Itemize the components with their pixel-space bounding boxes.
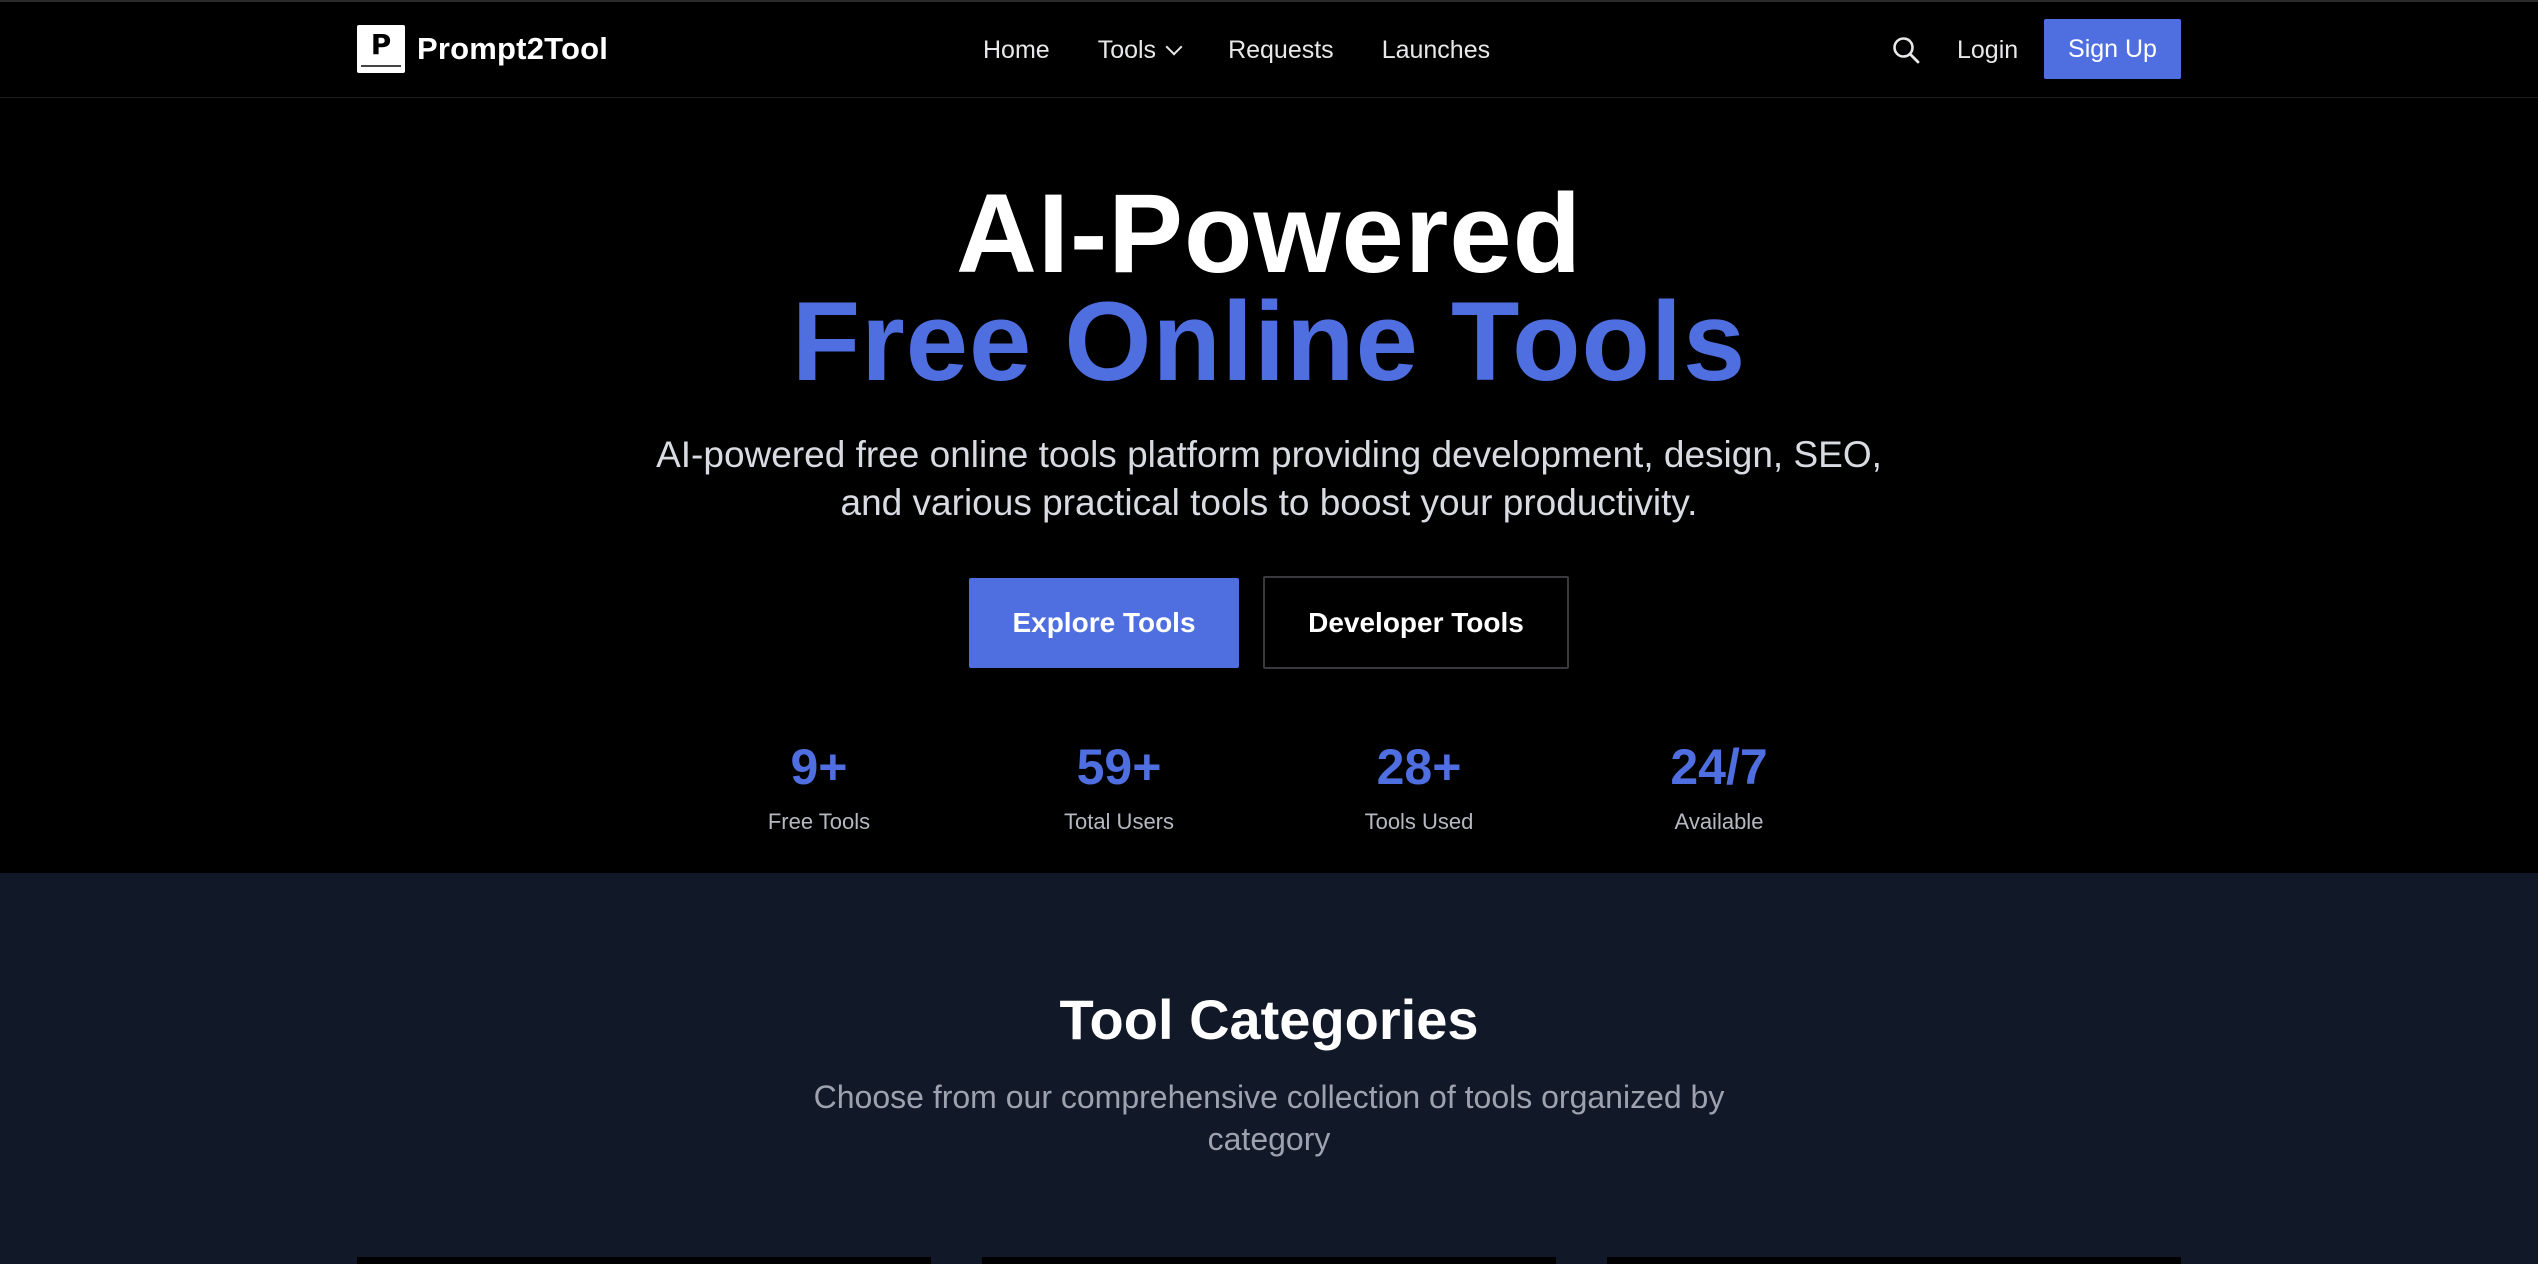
hero-subtitle-line1: AI-powered free online tools platform pr… xyxy=(656,434,1882,475)
section-subtitle-line2: category xyxy=(1207,1121,1331,1157)
stat-label: Tools Used xyxy=(1364,809,1474,834)
stat-total-users: 59+ Total Users xyxy=(999,739,1239,835)
nav-requests[interactable]: Requests xyxy=(1228,36,1334,65)
section-title: Tool Categories xyxy=(1059,988,1479,1051)
nav-home[interactable]: Home xyxy=(983,36,1050,65)
stat-label: Available xyxy=(1674,809,1764,834)
tool-categories-section: Tool Categories Choose from our comprehe… xyxy=(0,873,2538,1264)
explore-tools-button[interactable]: Explore Tools xyxy=(969,578,1239,668)
stat-tools-used: 28+ Tools Used xyxy=(1299,739,1539,835)
logo-icon: P xyxy=(357,25,405,73)
section-subtitle: Choose from our comprehensive collection… xyxy=(769,1076,1769,1160)
brand-name: Prompt2Tool xyxy=(417,31,609,66)
category-card[interactable] xyxy=(982,1257,1556,1264)
hero-title: AI-Powered xyxy=(955,171,1583,296)
stat-label: Total Users xyxy=(1063,809,1175,834)
search-icon[interactable] xyxy=(1891,35,1921,65)
hero-section: AI-Powered Free Online Tools AI-powered … xyxy=(0,99,2538,873)
stat-available: 24/7 Available xyxy=(1599,739,1839,835)
section-subtitle-line1: Choose from our comprehensive collection… xyxy=(813,1079,1725,1115)
logo-link[interactable]: P Prompt2Tool xyxy=(357,25,608,73)
login-link[interactable]: Login xyxy=(1957,32,2018,68)
stat-value: 24/7 xyxy=(1670,739,1768,795)
category-card[interactable] xyxy=(357,1257,931,1264)
stat-value: 9+ xyxy=(790,739,848,795)
nav-tools[interactable]: Tools xyxy=(1097,35,1183,65)
chevron-down-icon xyxy=(1165,38,1183,56)
category-card[interactable] xyxy=(1607,1257,2181,1264)
hero-subtitle: AI-powered free online tools platform pr… xyxy=(569,431,1969,527)
main-nav: Home Tools Requests Launches xyxy=(983,32,1490,68)
nav-tools-label: Tools xyxy=(1097,35,1157,64)
stat-value: 59+ xyxy=(1076,739,1162,795)
hero-title-highlight: Free Online Tools xyxy=(791,279,1747,404)
nav-launches[interactable]: Launches xyxy=(1382,36,1490,65)
stat-label: Free Tools xyxy=(767,809,871,834)
signup-button[interactable]: Sign Up xyxy=(2044,19,2181,79)
stat-value: 28+ xyxy=(1376,739,1462,795)
developer-tools-button[interactable]: Developer Tools xyxy=(1263,576,1569,669)
hero-subtitle-line2: and various practical tools to boost you… xyxy=(840,482,1698,523)
stat-free-tools: 9+ Free Tools xyxy=(699,739,939,835)
navbar: P Prompt2Tool Home Tools Requests Launch… xyxy=(0,2,2538,98)
